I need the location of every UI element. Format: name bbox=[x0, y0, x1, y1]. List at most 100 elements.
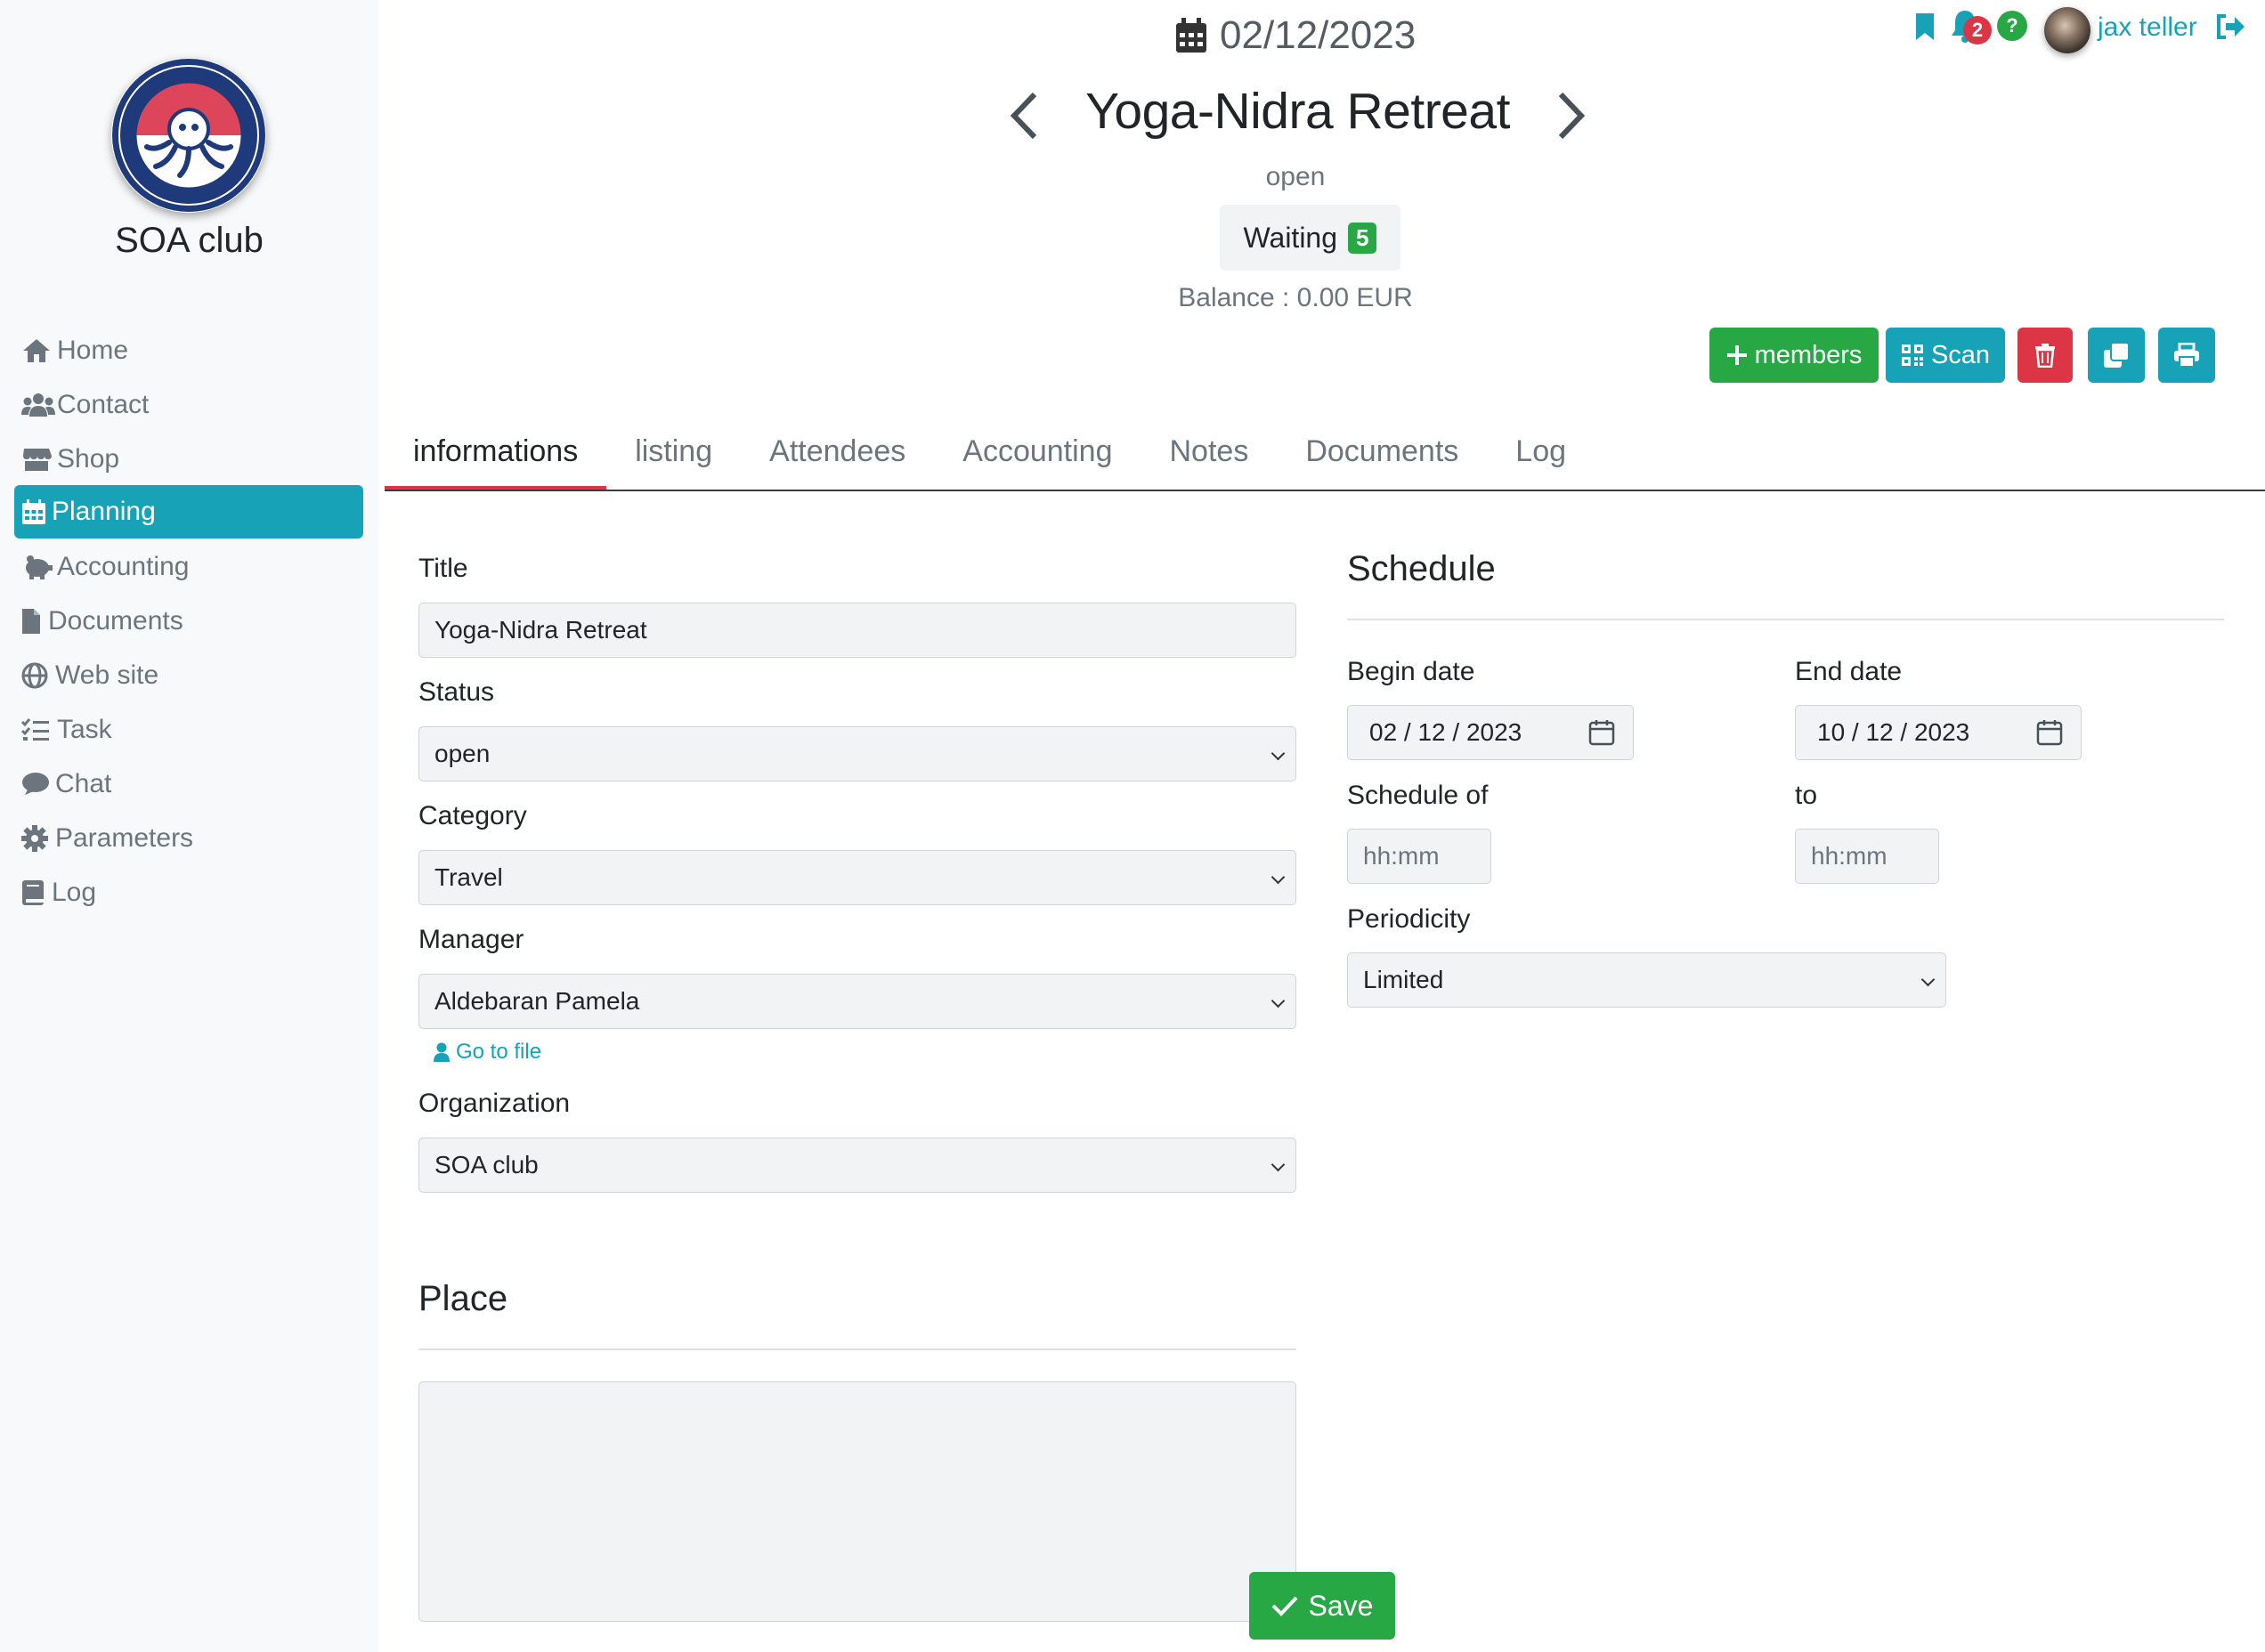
tab-bar: informations listing Attendees Accountin… bbox=[385, 411, 1595, 491]
end-date-value: 10 / 12 / 2023 bbox=[1817, 718, 1970, 746]
to-label: to bbox=[1795, 781, 1818, 810]
print-button[interactable] bbox=[2158, 328, 2215, 383]
sidebar-item-contact[interactable]: Contact bbox=[14, 378, 363, 432]
chat-bubble-icon bbox=[21, 769, 55, 799]
begin-date-value: 02 / 12 / 2023 bbox=[1369, 718, 1522, 746]
avatar[interactable] bbox=[2044, 7, 2090, 53]
place-title: Place bbox=[418, 1279, 508, 1318]
sidebar-item-accounting[interactable]: Accounting bbox=[14, 540, 363, 594]
end-date-input[interactable]: 10 / 12 / 2023 bbox=[1795, 705, 2082, 760]
piggy-bank-icon bbox=[21, 552, 57, 582]
periodicity-label: Periodicity bbox=[1347, 904, 1471, 934]
next-event-button[interactable] bbox=[1545, 85, 1598, 147]
waiting-list-button[interactable]: Waiting 5 bbox=[1220, 205, 1400, 271]
sidebar-item-label: Planning bbox=[52, 497, 156, 526]
tab-log[interactable]: Log bbox=[1487, 411, 1595, 491]
sidebar-item-chat[interactable]: Chat bbox=[14, 757, 363, 811]
end-date-label: End date bbox=[1795, 657, 1903, 686]
home-icon bbox=[21, 336, 57, 366]
delete-button[interactable] bbox=[2017, 328, 2073, 383]
sidebar: SOA club Home Contact Shop Planning Acco… bbox=[0, 0, 378, 1652]
add-members-button[interactable]: members bbox=[1709, 328, 1879, 383]
plus-icon bbox=[1726, 345, 1747, 365]
task-list-icon bbox=[21, 715, 57, 745]
members-label: members bbox=[1754, 340, 1863, 369]
club-logo bbox=[111, 58, 266, 213]
scan-button[interactable]: Scan bbox=[1886, 328, 2005, 383]
sidebar-item-label: Accounting bbox=[57, 552, 190, 581]
tab-informations[interactable]: informations bbox=[385, 411, 607, 491]
qr-code-icon bbox=[1901, 344, 1923, 366]
begin-date-label: Begin date bbox=[1347, 657, 1475, 686]
username-link[interactable]: jax teller bbox=[2098, 12, 2197, 43]
calendar-icon bbox=[1176, 18, 1206, 53]
sidebar-item-label: Task bbox=[57, 715, 112, 744]
begin-date-input[interactable]: 02 / 12 / 2023 bbox=[1347, 705, 1634, 760]
tab-listing[interactable]: listing bbox=[606, 411, 741, 491]
waiting-count-badge: 5 bbox=[1348, 222, 1377, 254]
store-icon bbox=[21, 444, 57, 474]
sidebar-item-label: Web site bbox=[55, 660, 159, 690]
sidebar-item-planning[interactable]: Planning bbox=[14, 485, 363, 539]
category-select[interactable]: Travel bbox=[418, 850, 1296, 905]
chevron-left-icon bbox=[1010, 92, 1037, 140]
sidebar-item-label: Shop bbox=[57, 444, 120, 474]
copy-icon bbox=[2104, 342, 2130, 368]
place-textarea[interactable] bbox=[418, 1381, 1296, 1622]
manager-label: Manager bbox=[418, 925, 524, 954]
sidebar-item-label: Home bbox=[57, 336, 129, 365]
sidebar-item-home[interactable]: Home bbox=[14, 324, 363, 377]
organization-select[interactable]: SOA club bbox=[418, 1138, 1296, 1193]
save-button[interactable]: Save bbox=[1249, 1572, 1395, 1640]
sidebar-item-documents[interactable]: Documents bbox=[14, 595, 363, 648]
sidebar-item-website[interactable]: Web site bbox=[14, 649, 363, 702]
sidebar-item-label: Contact bbox=[57, 390, 150, 419]
tab-accounting[interactable]: Accounting bbox=[934, 411, 1141, 491]
bookmark-icon[interactable] bbox=[1914, 12, 1936, 45]
status-select[interactable]: open bbox=[418, 726, 1296, 781]
printer-icon bbox=[2174, 343, 2199, 368]
sidebar-item-shop[interactable]: Shop bbox=[14, 433, 363, 486]
trash-icon bbox=[2035, 344, 2055, 368]
logout-icon[interactable] bbox=[2215, 12, 2245, 45]
sidebar-item-parameters[interactable]: Parameters bbox=[14, 812, 363, 865]
manager-select[interactable]: Aldebaran Pamela bbox=[418, 974, 1296, 1029]
go-to-file-label: Go to file bbox=[456, 1040, 542, 1064]
title-input[interactable]: Yoga-Nidra Retreat bbox=[418, 603, 1296, 658]
notification-count-badge: 2 bbox=[1963, 16, 1992, 45]
duplicate-button[interactable] bbox=[2088, 328, 2145, 383]
sidebar-item-task[interactable]: Task bbox=[14, 703, 363, 757]
help-badge[interactable]: ? bbox=[1997, 11, 2027, 41]
sidebar-item-label: Chat bbox=[55, 769, 112, 798]
club-name: SOA club bbox=[115, 221, 264, 260]
schedule-divider bbox=[1347, 619, 2224, 620]
user-icon bbox=[434, 1042, 450, 1062]
date-text: 02/12/2023 bbox=[1220, 13, 1417, 57]
calendar-icon bbox=[21, 497, 52, 527]
periodicity-select[interactable]: Limited bbox=[1347, 952, 1946, 1008]
tab-notes[interactable]: Notes bbox=[1141, 411, 1278, 491]
globe-icon bbox=[21, 660, 55, 691]
gear-icon bbox=[21, 823, 55, 854]
tab-attendees[interactable]: Attendees bbox=[741, 411, 934, 491]
end-time-input[interactable]: hh:mm bbox=[1795, 829, 1939, 884]
waiting-label: Waiting bbox=[1243, 221, 1338, 254]
previous-event-button[interactable] bbox=[997, 85, 1051, 147]
book-icon bbox=[21, 878, 52, 908]
place-divider bbox=[418, 1348, 1296, 1350]
check-icon bbox=[1271, 1596, 1297, 1616]
status-label: Status bbox=[418, 677, 495, 707]
title-label: Title bbox=[418, 554, 468, 583]
balance-text: Balance : 0.00 EUR bbox=[1178, 283, 1413, 312]
calendar-picker-icon[interactable] bbox=[2036, 719, 2063, 746]
tab-documents[interactable]: Documents bbox=[1277, 411, 1487, 491]
save-label: Save bbox=[1308, 1589, 1374, 1622]
category-label: Category bbox=[418, 801, 527, 830]
tabs-divider bbox=[385, 490, 2265, 491]
sidebar-item-log[interactable]: Log bbox=[14, 866, 363, 919]
start-time-input[interactable]: hh:mm bbox=[1347, 829, 1491, 884]
sidebar-item-label: Documents bbox=[48, 606, 183, 636]
go-to-file-link[interactable]: Go to file bbox=[433, 1040, 541, 1065]
event-status: open bbox=[1265, 162, 1326, 191]
calendar-picker-icon[interactable] bbox=[1588, 719, 1615, 746]
